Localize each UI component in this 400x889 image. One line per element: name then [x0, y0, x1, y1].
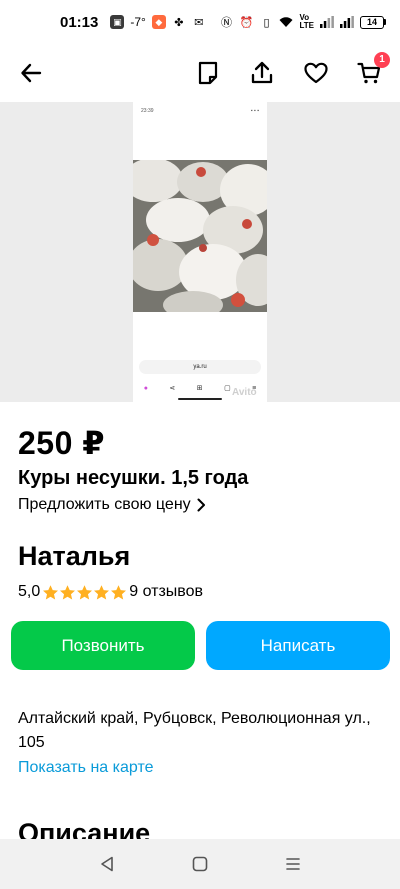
mail-icon: ✉ — [194, 16, 204, 29]
volte-icon: Vo LTE — [299, 13, 314, 30]
photo-gallery[interactable]: 23:39 ▪ ▪ ▪ ya.ru ● ⋖ ⊞ ▢ ≡ Avito — [0, 102, 400, 402]
share-button[interactable] — [245, 56, 279, 90]
photo-url: ya.ru — [193, 364, 207, 370]
star-icon — [60, 584, 76, 599]
triangle-back-icon — [100, 856, 113, 872]
photo-status-bar: 23:39 ▪ ▪ ▪ — [141, 108, 259, 114]
photo-time: 23:39 — [141, 108, 154, 114]
vibrate-icon: ▯ — [263, 16, 270, 29]
listing-photo[interactable]: 23:39 ▪ ▪ ▪ ya.ru ● ⋖ ⊞ ▢ ≡ — [133, 102, 267, 402]
hens-image — [133, 160, 267, 312]
offer-price-label: Предложить свою цену — [18, 496, 191, 513]
photo-browser-bar: ya.ru — [139, 360, 261, 374]
star-icon — [43, 584, 59, 599]
offer-price-link[interactable]: Предложить свою цену — [18, 496, 206, 514]
share-icon — [251, 61, 273, 84]
top-nav: 1 — [0, 44, 400, 102]
status-left-icons: ▣ -7° ◆ ✤ ✉ — [110, 15, 205, 29]
system-back-button[interactable] — [92, 849, 122, 879]
star-icon — [94, 584, 110, 599]
status-bar: 01:13 ▣ -7° ◆ ✤ ✉ Ⓝ ⏰ ▯ Vo LTE 14 — [0, 0, 400, 44]
call-button[interactable]: Позвонить — [11, 621, 195, 670]
write-button-label: Написать — [260, 635, 336, 655]
call-button-label: Позвонить — [61, 635, 145, 655]
write-button[interactable]: Написать — [206, 621, 390, 670]
app-icon: ▣ — [110, 15, 125, 29]
battery-level: 14 — [360, 15, 384, 29]
rating-stars — [42, 584, 127, 601]
photo-handle — [178, 398, 222, 400]
listing-title: Куры несушки. 1,5 года — [18, 467, 249, 489]
note-icon — [198, 61, 218, 85]
nfc-icon: Ⓝ — [220, 17, 232, 29]
cart-button[interactable]: 1 — [352, 52, 390, 90]
star-icon — [111, 584, 127, 599]
chevron-right-icon — [197, 498, 205, 512]
note-button[interactable] — [191, 56, 225, 90]
signal-icon — [320, 15, 334, 29]
status-time: 01:13 — [60, 13, 99, 31]
signal-icon — [340, 15, 354, 29]
menu-lines-icon — [286, 858, 301, 870]
alarm-icon: ⏰ — [239, 16, 254, 29]
cart-count-badge: 1 — [374, 52, 390, 68]
square-home-icon — [192, 856, 208, 872]
fan-icon: ✤ — [174, 16, 184, 29]
seller-name[interactable]: Наталья — [18, 541, 130, 572]
show-on-map-link[interactable]: Показать на карте — [18, 759, 153, 777]
heart-icon — [304, 62, 328, 84]
address: Алтайский край, Рубцовск, Революционная … — [18, 710, 371, 751]
star-icon — [77, 584, 93, 599]
battery-icon: 14 — [360, 15, 386, 29]
messenger-icon: ◆ — [151, 15, 166, 29]
watermark: Avito — [232, 387, 257, 398]
back-button[interactable] — [14, 56, 48, 90]
favorite-button[interactable] — [299, 56, 333, 90]
system-recents-button[interactable] — [278, 849, 308, 879]
system-nav-bar — [0, 839, 400, 889]
arrow-left-icon — [21, 63, 42, 83]
seller-rating[interactable]: 5,0 9 отзывов — [18, 583, 203, 601]
wifi-icon — [279, 15, 293, 29]
system-home-button[interactable] — [185, 849, 215, 879]
price: 250 ₽ — [18, 425, 106, 461]
reviews-count: 9 отзывов — [129, 583, 204, 600]
rating-value: 5,0 — [18, 583, 41, 600]
temperature: -7° — [130, 15, 146, 29]
status-right-icons: Ⓝ ⏰ ▯ Vo LTE 14 — [219, 14, 386, 30]
